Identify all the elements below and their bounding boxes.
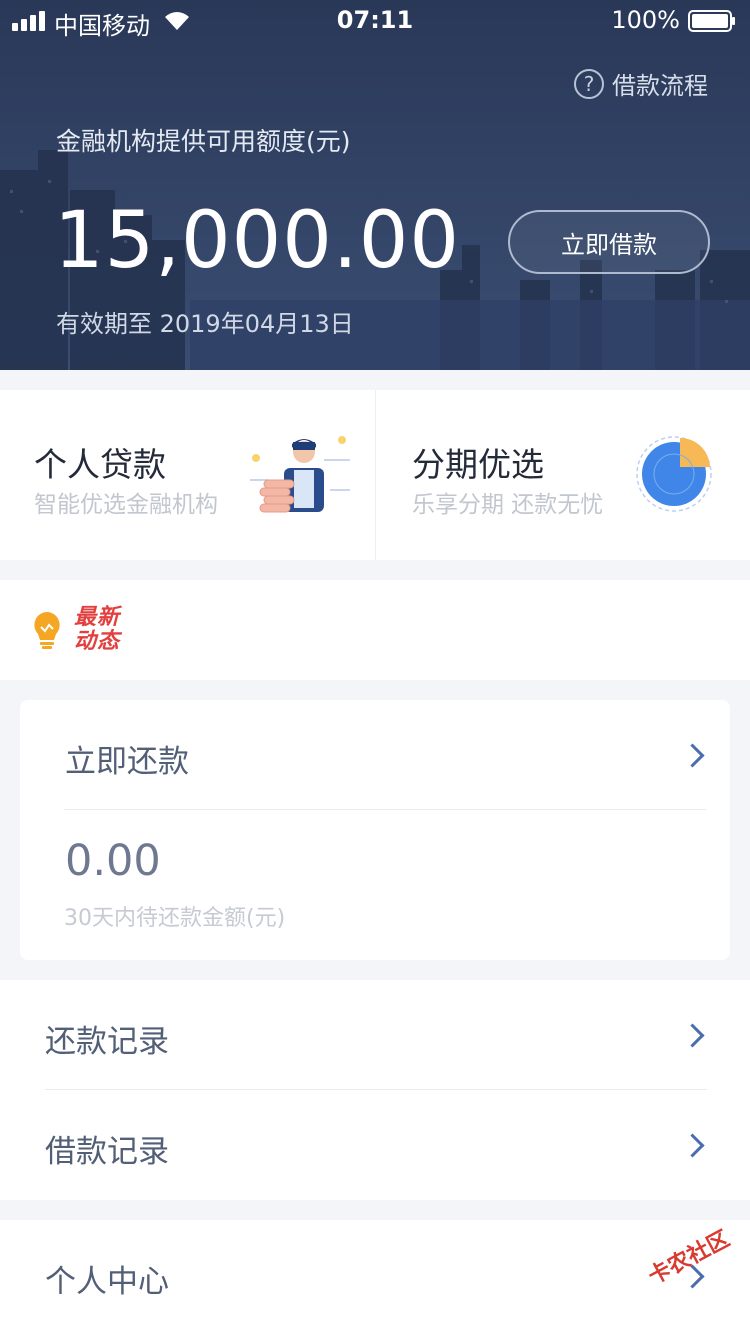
person-coins-icon	[250, 436, 350, 513]
battery-icon	[688, 10, 735, 32]
help-icon: ?	[574, 68, 604, 99]
personal-loan-subtitle: 智能优选金融机构	[34, 492, 218, 518]
chevron-right-icon	[680, 1023, 705, 1048]
personal-center-label: 个人中心	[45, 1264, 169, 1300]
credit-label: 金融机构提供可用额度(元)	[56, 127, 351, 156]
borrow-record-row[interactable]: 借款记录	[0, 1090, 750, 1200]
news-tag: 最新 动态	[74, 606, 120, 654]
news-tag-line2: 动态	[74, 629, 121, 654]
credit-amount: 15,000.00	[54, 196, 460, 286]
news-section[interactable]: 最新 动态	[0, 580, 750, 680]
borrow-record-label: 借款记录	[45, 1134, 169, 1170]
chevron-right-icon	[680, 1133, 705, 1158]
installment-subtitle: 乐享分期 还款无忧	[412, 492, 604, 518]
repay-amount: 0.00	[65, 836, 161, 886]
bulb-icon	[34, 612, 60, 649]
news-tag-line1: 最新	[74, 605, 121, 630]
personal-loan-card[interactable]: 个人贷款 智能优选金融机构	[0, 390, 375, 560]
repay-note: 30天内待还款金额(元)	[64, 906, 286, 931]
status-bar: 中国移动 07:11 100%	[0, 0, 750, 40]
borrow-now-button[interactable]: 立即借款	[508, 210, 710, 274]
installment-title: 分期优选	[412, 445, 544, 484]
product-cards: 个人贷款 智能优选金融机构 分期优选 乐享分期 还款无忧	[0, 390, 750, 560]
repay-record-row[interactable]: 还款记录	[0, 980, 750, 1090]
divider	[64, 809, 706, 810]
repay-now-title[interactable]: 立即还款	[65, 736, 189, 781]
validity-date: 有效期至 2019年04月13日	[56, 310, 354, 338]
repay-record-label: 还款记录	[45, 1024, 169, 1060]
pie-chart-icon	[636, 436, 712, 512]
header-banner: 中国移动 07:11 100% ? 借款流程 金融机构提供可用额度(元) 15,…	[0, 0, 750, 370]
installment-card[interactable]: 分期优选 乐享分期 还款无忧	[375, 390, 750, 560]
records-list: 还款记录 借款记录	[0, 980, 750, 1200]
battery-percent: 100%	[611, 6, 680, 34]
chevron-right-icon[interactable]	[680, 743, 705, 768]
personal-loan-title: 个人贷款	[34, 445, 166, 484]
loan-process-label: 借款流程	[612, 72, 708, 100]
personal-center-row[interactable]: 个人中心	[0, 1220, 750, 1334]
repay-card: 立即还款 0.00 30天内待还款金额(元)	[20, 700, 730, 960]
loan-process-link[interactable]: ? 借款流程	[574, 66, 708, 101]
